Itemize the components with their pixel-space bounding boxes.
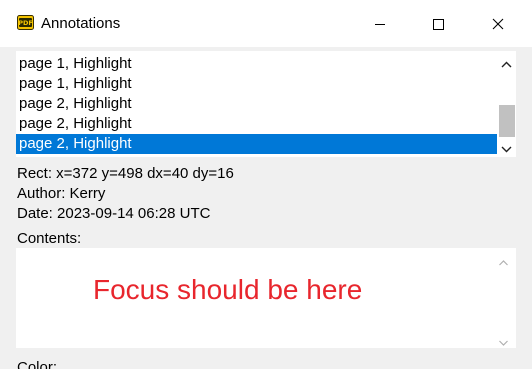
annotations-window: PDF Annotations page 1, Highlight page 1,…: [0, 0, 532, 369]
list-scrollbar[interactable]: [497, 51, 516, 157]
close-icon: [492, 18, 504, 30]
maximize-button[interactable]: [408, 0, 468, 47]
close-button[interactable]: [468, 0, 528, 47]
title-bar[interactable]: PDF Annotations: [0, 0, 532, 47]
annotation-list-item[interactable]: page 1, Highlight: [16, 54, 497, 74]
textarea-scroll-up-icon[interactable]: [498, 254, 509, 266]
minimize-icon: [374, 18, 386, 30]
scroll-down-icon[interactable]: [500, 141, 513, 153]
annotation-list-item[interactable]: page 2, Highlight: [16, 94, 497, 114]
pdf-app-icon: PDF: [17, 15, 34, 30]
author-info: Author: Kerry: [17, 185, 106, 202]
rect-info: Rect: x=372 y=498 dx=40 dy=16: [17, 165, 234, 182]
contents-text: Focus should be here: [93, 274, 363, 305]
svg-text:PDF: PDF: [18, 19, 33, 27]
textarea-scroll-down-icon[interactable]: [498, 334, 509, 346]
contents-label: Contents:: [17, 230, 82, 247]
scrollbar-thumb[interactable]: [499, 105, 515, 137]
annotation-list-item[interactable]: page 2, Highlight: [16, 114, 497, 134]
window-title: Annotations: [41, 15, 121, 32]
annotation-list-item[interactable]: page 2, Highlight: [16, 134, 497, 154]
date-info: Date: 2023-09-14 06:28 UTC: [17, 205, 211, 222]
color-label: Color:: [17, 359, 58, 369]
annotation-list: page 1, Highlight page 1, Highlight page 2…: [16, 54, 497, 154]
minimize-button[interactable]: [350, 0, 410, 47]
maximize-icon: [432, 18, 444, 30]
scroll-up-icon[interactable]: [500, 57, 513, 68]
contents-textarea[interactable]: Focus should be here: [16, 248, 516, 348]
annotation-listbox[interactable]: page 1, Highlight page 1, Highlight page 2…: [16, 51, 516, 157]
annotation-list-item[interactable]: page 1, Highlight: [16, 74, 497, 94]
